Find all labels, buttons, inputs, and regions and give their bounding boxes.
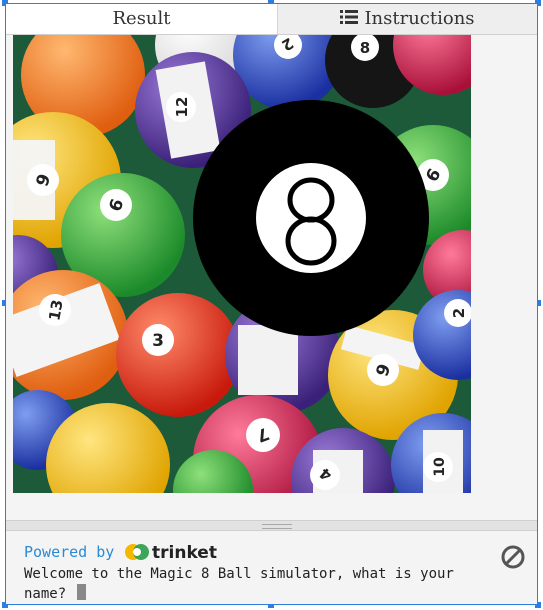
magic-8-ball [193, 100, 429, 336]
svg-text:2: 2 [450, 308, 468, 318]
tab-instructions[interactable]: Instructions [278, 4, 537, 34]
pane-divider[interactable] [6, 520, 537, 531]
stop-icon[interactable] [501, 545, 525, 573]
trinket-icon [125, 544, 149, 560]
trinket-brand: trinket [152, 543, 217, 563]
tab-result-label: Result [112, 8, 171, 29]
trinket-logo[interactable]: trinket [124, 543, 217, 563]
tab-result[interactable]: Result [6, 4, 278, 34]
svg-text:8: 8 [360, 39, 370, 57]
svg-text:12: 12 [173, 97, 191, 118]
svg-text:13: 13 [45, 298, 66, 322]
result-panel: 9 12 2 8 6 6 13 3 2 9 7 4 10 [6, 35, 537, 520]
tab-bar: Result Instructions [6, 4, 537, 35]
drag-grip-icon[interactable] [262, 524, 292, 529]
console-output: Welcome to the Magic 8 Ball simulator, w… [24, 564, 504, 604]
console-panel[interactable]: Powered by trinket Welcome to the Magic … [6, 531, 537, 604]
tab-instructions-label: Instructions [364, 8, 475, 29]
text-cursor [76, 584, 86, 600]
list-icon [340, 4, 359, 34]
console-output-text: Welcome to the Magic 8 Ball simulator, w… [24, 566, 454, 602]
billiard-balls-image: 9 12 2 8 6 6 13 3 2 9 7 4 10 [13, 35, 471, 493]
powered-by-text[interactable]: Powered by [24, 543, 114, 561]
svg-text:10: 10 [432, 457, 448, 477]
turtle-canvas[interactable]: 9 12 2 8 6 6 13 3 2 9 7 4 10 [13, 35, 471, 493]
svg-text:3: 3 [152, 331, 164, 351]
